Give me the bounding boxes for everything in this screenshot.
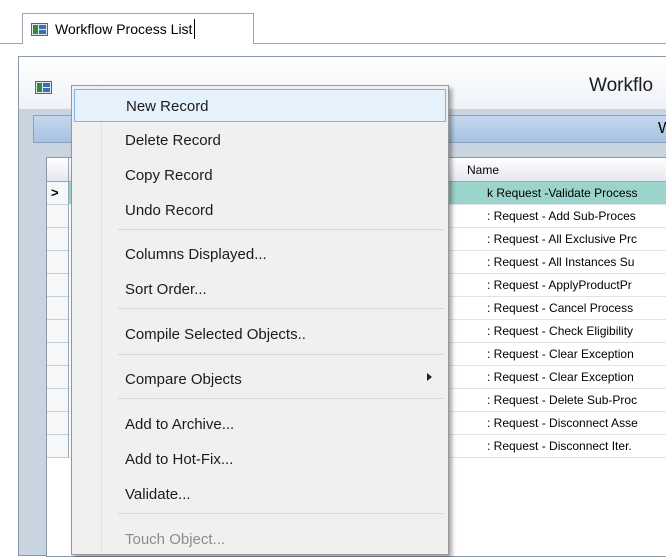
- menu-item-add-to-archive[interactable]: Add to Archive...: [74, 408, 446, 441]
- menu-separator: [118, 398, 444, 399]
- cell-name: : Request - Clear Exception: [487, 347, 634, 361]
- row-selector[interactable]: [47, 297, 69, 320]
- row-selector[interactable]: [47, 389, 69, 412]
- cell-name: : Request - Check Eligibility: [487, 324, 634, 338]
- menu-item-undo-record[interactable]: Undo Record: [74, 194, 446, 227]
- row-header-corner: [47, 158, 69, 182]
- cell-name: : Request - Disconnect Iter.: [487, 439, 632, 453]
- applet-title: Wo: [658, 120, 666, 137]
- cell-name: : Request - ApplyProductPr: [487, 278, 632, 292]
- row-selector[interactable]: [47, 228, 69, 251]
- row-selector[interactable]: [47, 205, 69, 228]
- menu-item-validate[interactable]: Validate...: [74, 478, 446, 511]
- current-row-marker: >: [51, 185, 59, 200]
- menu-item-new-record[interactable]: New Record: [74, 89, 446, 122]
- menu-separator: [118, 229, 444, 230]
- menu-item-compare-objects[interactable]: Compare Objects: [74, 363, 446, 396]
- menu-separator: [118, 308, 444, 309]
- window-icon: [35, 81, 52, 94]
- submenu-arrow-icon: [427, 373, 432, 381]
- cell-name: : Request - All Exclusive Prc: [487, 232, 638, 246]
- cell-name: : Request - Cancel Process: [487, 301, 634, 315]
- cell-name: : Request - Disconnect Asse: [487, 416, 638, 430]
- row-selector[interactable]: [47, 251, 69, 274]
- row-selector[interactable]: [47, 320, 69, 343]
- row-selector[interactable]: >: [47, 182, 69, 205]
- menu-separator: [118, 354, 444, 355]
- tab-strip: Workflow Process List: [0, 0, 666, 44]
- menu-item-compile-selected-objects[interactable]: Compile Selected Objects..: [74, 318, 446, 351]
- context-menu: New Record Delete Record Copy Record Und…: [71, 85, 449, 555]
- menu-separator: [118, 513, 444, 514]
- cell-name: k Request -Validate Process: [487, 186, 638, 200]
- row-selector[interactable]: [47, 343, 69, 366]
- menu-item-touch-object: Touch Object...: [125, 531, 226, 548]
- cell-name: : Request - Add Sub-Proces: [487, 209, 636, 223]
- row-selector[interactable]: [47, 366, 69, 389]
- list-view-icon: [31, 22, 48, 36]
- menu-item-add-to-hot-fix[interactable]: Add to Hot-Fix...: [74, 443, 446, 476]
- row-selector[interactable]: [47, 274, 69, 297]
- text-cursor: [194, 19, 196, 39]
- row-selector[interactable]: [47, 412, 69, 435]
- menu-item-delete-record[interactable]: Delete Record: [74, 124, 446, 157]
- menu-item-copy-record[interactable]: Copy Record: [74, 159, 446, 192]
- tab-label: Workflow Process List: [55, 21, 193, 37]
- cell-name: : Request - Delete Sub-Proc: [487, 393, 638, 407]
- window-title: Workflo: [589, 75, 654, 96]
- row-selector[interactable]: [47, 435, 69, 458]
- menu-item-columns-displayed[interactable]: Columns Displayed...: [74, 238, 446, 271]
- cell-name: : Request - All Instances Su: [487, 255, 635, 269]
- cell-name: : Request - Clear Exception: [487, 370, 634, 384]
- menu-item-sort-order[interactable]: Sort Order...: [74, 273, 446, 306]
- column-header-name[interactable]: Name: [467, 163, 499, 177]
- tab-workflow-process-list[interactable]: Workflow Process List: [22, 13, 254, 44]
